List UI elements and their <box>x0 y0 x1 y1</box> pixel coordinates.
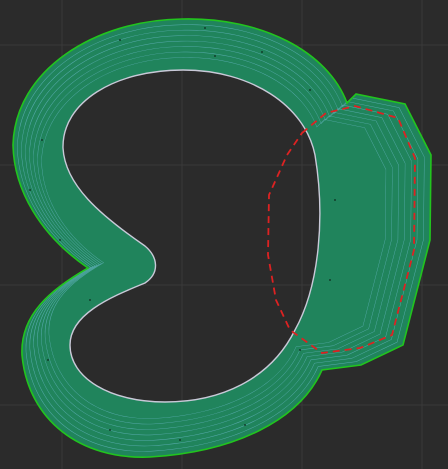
toolpath-point <box>29 189 31 191</box>
toolpath-point <box>261 51 263 53</box>
toolpath-point <box>334 199 336 201</box>
toolpath-point <box>204 27 206 29</box>
toolpath-point <box>41 139 43 141</box>
cad-viewport[interactable] <box>0 0 448 469</box>
toolpath-point <box>59 239 61 241</box>
toolpath-point <box>329 279 331 281</box>
toolpath-point <box>89 299 91 301</box>
toolpath-point <box>119 39 121 41</box>
toolpath-point <box>214 55 216 57</box>
toolpath-point <box>179 439 181 441</box>
viewport-canvas[interactable] <box>0 0 448 469</box>
toolpath-point <box>109 429 111 431</box>
toolpath-point <box>309 89 311 91</box>
toolpath-point <box>299 349 301 351</box>
toolpath-point <box>47 359 49 361</box>
toolpath-point <box>244 424 246 426</box>
